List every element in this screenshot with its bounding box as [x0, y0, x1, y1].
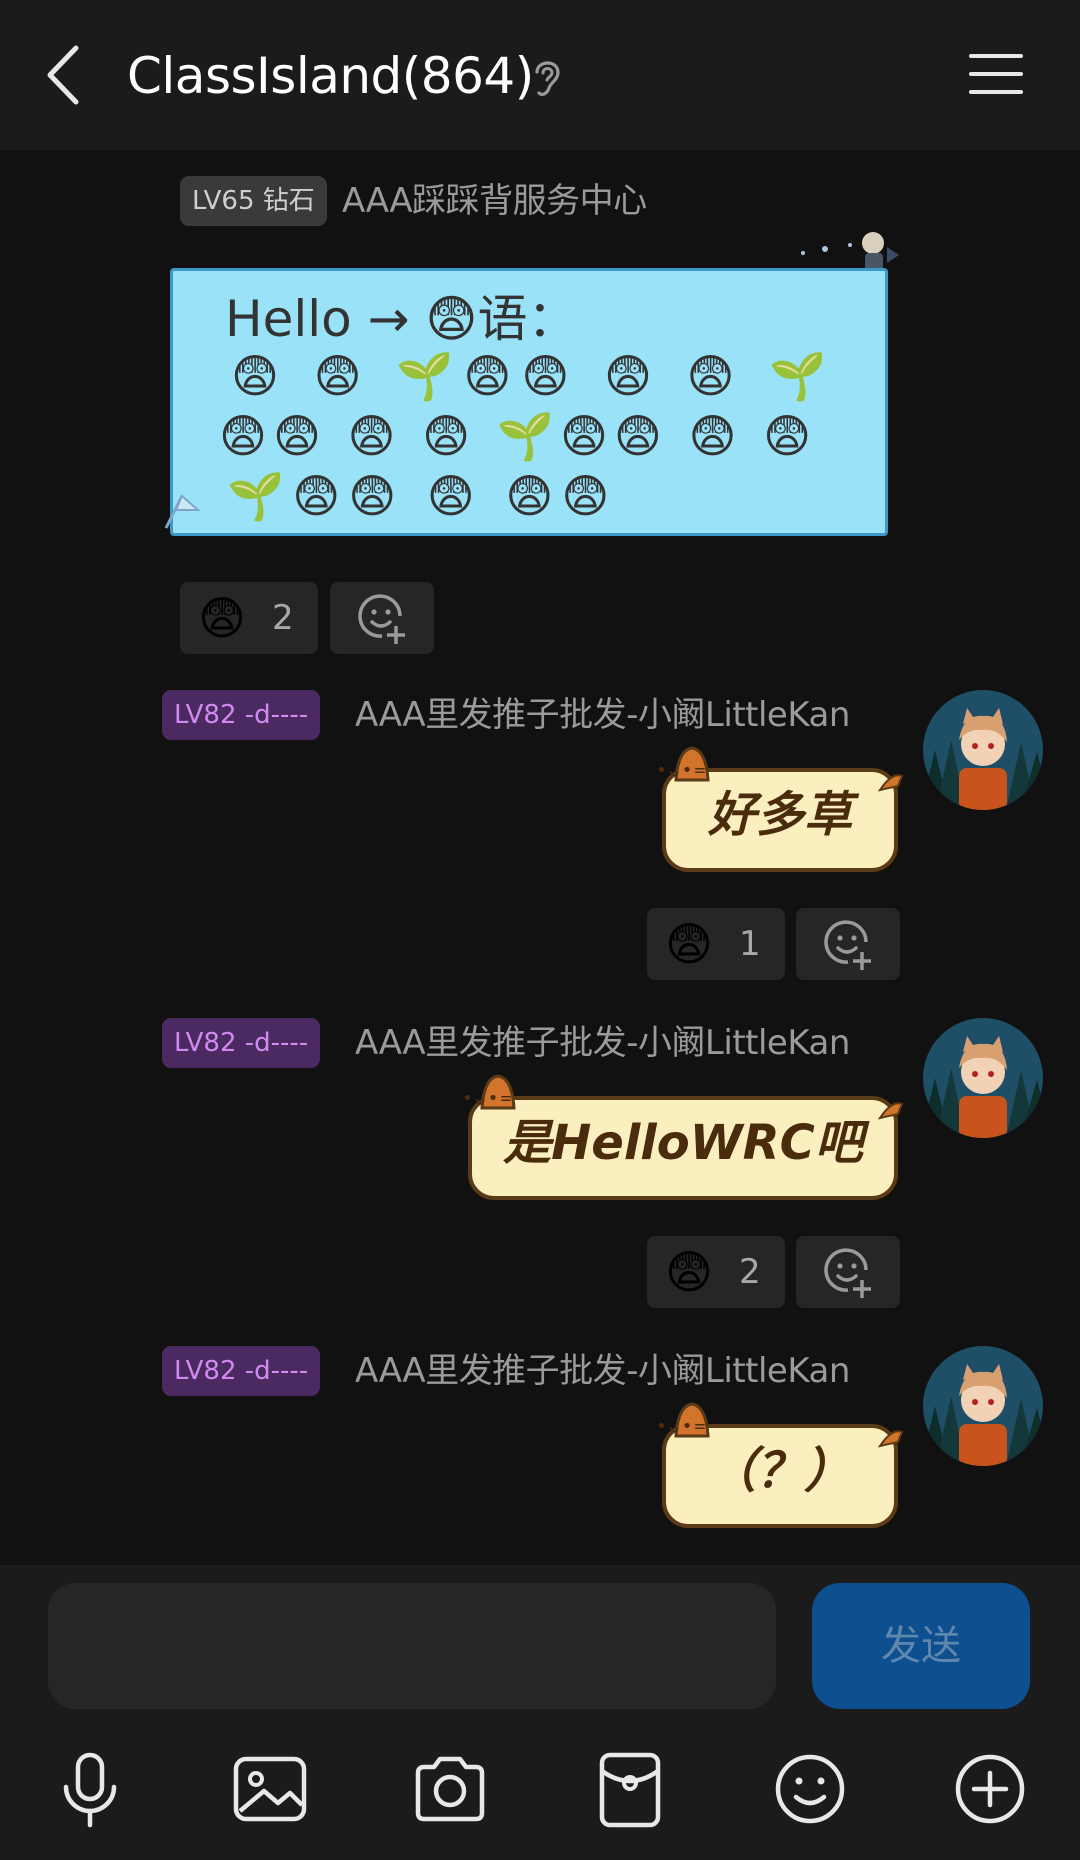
- add-emoji-icon: [358, 594, 405, 644]
- reaction-count: 2: [272, 598, 294, 638]
- message-bubble[interactable]: •ᴗ•= （？）: [656, 1402, 904, 1528]
- message-text-line: Hello → 😨语：: [225, 290, 578, 348]
- reaction-chip[interactable]: 😨 2: [180, 582, 318, 654]
- message-input[interactable]: [48, 1583, 776, 1709]
- cat-face-icon: •ᴗ•=: [462, 1088, 514, 1109]
- sender-name[interactable]: AAA里发推子批发-小阚LittleKan: [355, 1018, 850, 1068]
- chat-header: ClassIsland(864): [0, 0, 1080, 150]
- avatar[interactable]: [923, 1346, 1043, 1466]
- reaction-emoji: 😨: [665, 1245, 713, 1299]
- avatar-image: [923, 690, 1043, 810]
- avatar[interactable]: [923, 690, 1043, 810]
- level-badge: LV82 -d----: [162, 1346, 321, 1396]
- image-icon[interactable]: [228, 1747, 312, 1831]
- input-toolbar: [0, 1725, 1080, 1860]
- message-list[interactable]: LV65 钻石 AAA踩踩背服务中心 Hello → 😨语： 😨 😨 🌱😨😨 😨…: [0, 150, 1080, 1565]
- message-text-line: 😨😨 😨 😨 🌱😨😨 😨 😨: [219, 409, 818, 463]
- cat-face-icon: •ᴗ•=: [656, 1416, 708, 1437]
- add-reaction-button[interactable]: [796, 1236, 900, 1308]
- flag-decoration-icon: [164, 494, 201, 529]
- send-button[interactable]: 发送: [812, 1583, 1030, 1709]
- sender-name[interactable]: AAA里发推子批发-小阚LittleKan: [355, 1346, 850, 1396]
- emoji-icon[interactable]: [768, 1747, 852, 1831]
- reaction-count: 2: [739, 1252, 761, 1292]
- red-packet-icon[interactable]: [588, 1747, 672, 1831]
- add-reaction-button[interactable]: [330, 582, 434, 654]
- avatar-image: [923, 1018, 1043, 1138]
- avatar-image: [923, 1346, 1043, 1466]
- add-emoji-icon: [824, 920, 871, 970]
- sender-name[interactable]: AAA踩踩背服务中心: [342, 176, 647, 226]
- ear-icon[interactable]: [530, 55, 564, 100]
- message-bubble[interactable]: •ᴗ•= 是HelloWRC吧: [462, 1074, 904, 1200]
- chat-title[interactable]: ClassIsland(864): [127, 44, 534, 108]
- message-text: 是HelloWRC吧: [503, 1115, 863, 1171]
- level-badge: LV65 钻石: [180, 176, 327, 226]
- add-emoji-icon: [824, 1248, 871, 1298]
- avatar[interactable]: [923, 1018, 1043, 1138]
- microphone-icon[interactable]: [48, 1747, 132, 1831]
- reaction-emoji: 😨: [198, 591, 246, 645]
- plus-icon[interactable]: [948, 1747, 1032, 1831]
- add-reaction-button[interactable]: [796, 908, 900, 980]
- reaction-emoji: 😨: [665, 917, 713, 971]
- sender-name[interactable]: AAA里发推子批发-小阚LittleKan: [355, 690, 850, 740]
- input-bar: 发送: [0, 1565, 1080, 1725]
- reaction-chip[interactable]: 😨 1: [647, 908, 785, 980]
- message-bubble[interactable]: •ᴗ•= 好多草: [656, 746, 904, 872]
- message-text-line: 🌱😨😨 😨 😨😨: [227, 469, 618, 523]
- message-text: 好多草: [707, 787, 852, 843]
- level-badge: LV82 -d----: [162, 1018, 321, 1068]
- message-text: （？）: [707, 1443, 852, 1499]
- back-icon[interactable]: [40, 40, 90, 110]
- message-bubble[interactable]: Hello → 😨语： 😨 😨 🌱😨😨 😨 😨 🌱 😨😨 😨 😨 🌱😨😨 😨 😨…: [170, 268, 888, 536]
- reaction-count: 1: [739, 924, 761, 964]
- camera-icon[interactable]: [408, 1747, 492, 1831]
- reaction-chip[interactable]: 😨 2: [647, 1236, 785, 1308]
- menu-icon[interactable]: [968, 52, 1024, 96]
- level-badge: LV82 -d----: [162, 690, 321, 740]
- cat-face-icon: •ᴗ•=: [656, 760, 708, 781]
- message-text-line: 😨 😨 🌱😨😨 😨 😨 🌱: [231, 349, 837, 403]
